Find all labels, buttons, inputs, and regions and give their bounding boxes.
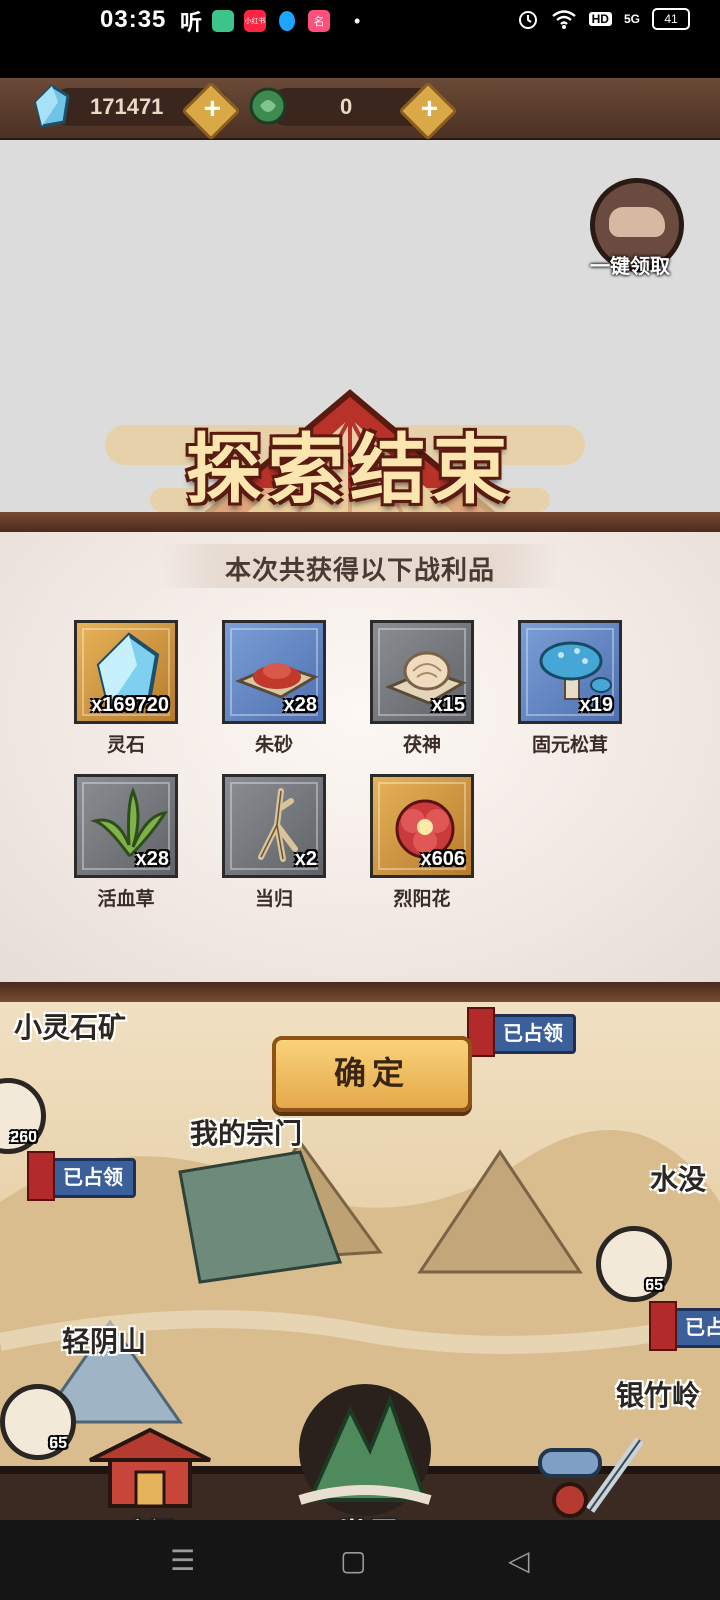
xiaohongshu-icon: 小红书 (244, 10, 267, 32)
item-name: 固元松茸 (531, 735, 608, 756)
item-name: 烈阳花 (393, 889, 451, 910)
wifi-icon (551, 10, 576, 29)
map-label-light-yin-mountain[interactable]: 轻阴山 (62, 1320, 146, 1360)
loot-subtitle: 本次共获得以下战利品 (224, 555, 495, 585)
dot-icon: • (354, 10, 361, 31)
scroll-sword-icon (538, 1437, 645, 1518)
resource-badge[interactable]: 65 (596, 1226, 672, 1302)
spirit-stone-icon (34, 84, 70, 128)
item-quantity: x19 (579, 694, 613, 716)
network-badge: 5G (623, 12, 640, 26)
system-indicators: HD 5G 41 (517, 8, 690, 30)
clock: 03:35 (100, 6, 167, 33)
home-icon[interactable]: ▢ (340, 1544, 366, 1577)
jade-icon (249, 87, 287, 125)
alarm-icon (518, 11, 537, 29)
loot-item-lieyang-flower[interactable]: x606 烈阳花 (370, 774, 480, 911)
notification-icons: 听 小红书 名 • (180, 8, 361, 35)
collect-all-label: 一键领取 (590, 256, 670, 278)
occupied-tag: 已占领 (27, 1151, 136, 1201)
item-card: x28 (222, 620, 326, 724)
hd-badge: HD (588, 12, 612, 26)
item-name: 灵石 (106, 735, 145, 756)
item-card: x169720 (74, 620, 178, 724)
map-label-small-mine[interactable]: 小灵石矿 (14, 1006, 126, 1046)
item-quantity: x606 (420, 848, 466, 870)
panel-body (0, 532, 720, 982)
item-card: x2 (222, 774, 326, 878)
jade-value: 0 (340, 94, 353, 119)
resource-bar: 171471 + 0 + (0, 78, 720, 141)
modal-title: 探索结束 (186, 425, 514, 514)
panel-top-border (0, 512, 720, 532)
item-card: x606 (370, 774, 474, 878)
loot-item-fushen[interactable]: x15 茯神 (370, 620, 480, 757)
loot-item-spirit-stone[interactable]: x169720 灵石 (74, 620, 184, 757)
item-name: 朱砂 (254, 735, 293, 756)
item-quantity: x15 (431, 694, 465, 716)
item-name: 茯神 (402, 735, 441, 756)
confirm-button[interactable]: 确定 (272, 1036, 472, 1112)
map-label-water[interactable]: 水没 (650, 1158, 706, 1198)
panel-bottom-border (0, 982, 720, 1002)
item-quantity: x2 (294, 848, 317, 870)
listen-icon: 听 (180, 10, 203, 35)
item-quantity: x169720 (91, 694, 169, 716)
hand-icon (609, 207, 665, 237)
top-spacer (0, 44, 720, 78)
green-app-icon (212, 10, 235, 32)
occupied-tag: 已占领 (467, 1007, 576, 1057)
loot-item-pine-mushroom[interactable]: x19 固元松茸 (518, 620, 628, 757)
item-quantity: x28 (283, 694, 317, 716)
pavilion-icon (89, 1427, 211, 1508)
loot-item-angelica[interactable]: x2 当归 (222, 774, 332, 911)
map-label-my-sect[interactable]: 我的宗门 (190, 1112, 302, 1152)
mountain-icon (298, 1384, 432, 1516)
pink-app-icon: 名 (308, 10, 331, 32)
item-card: x28 (74, 774, 178, 878)
qq-icon (276, 10, 298, 32)
spirit-stone-value: 171471 (90, 94, 164, 119)
system-nav-bar: ☰ ▢ ◁ (0, 1520, 720, 1600)
item-name: 活血草 (97, 889, 155, 910)
item-card: x19 (518, 620, 622, 724)
battery-icon: 41 (652, 8, 690, 30)
status-bar: 03:35 听 小红书 名 • HD 5G 41 (0, 0, 720, 44)
loot-item-huoxue-herb[interactable]: x28 活血草 (74, 774, 184, 911)
item-card: x15 (370, 620, 474, 724)
item-name: 当归 (254, 889, 293, 910)
confirm-label: 确定 (333, 1054, 410, 1092)
occupied-tag: 已占领 (649, 1301, 720, 1351)
loot-item-cinnabar[interactable]: x28 朱砂 (222, 620, 332, 757)
back-icon[interactable]: ◁ (508, 1544, 530, 1577)
item-quantity: x28 (135, 848, 169, 870)
menu-icon[interactable]: ☰ (170, 1544, 195, 1577)
